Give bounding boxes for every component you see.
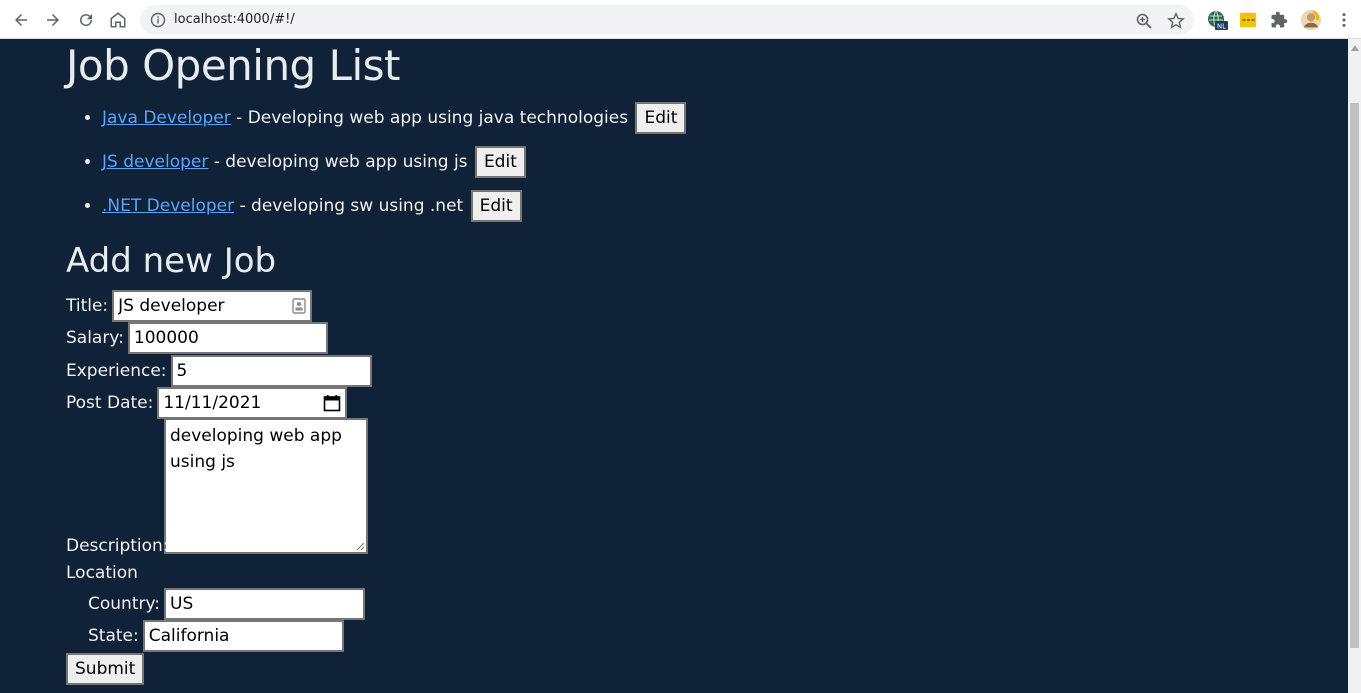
resize-handle-icon[interactable] <box>355 541 365 551</box>
experience-value: 5 <box>176 361 188 381</box>
list-item: JS developer - developing web app using … <box>102 143 686 187</box>
submit-button[interactable]: Submit <box>66 653 145 685</box>
country-label: Country: <box>88 594 161 614</box>
scroll-up-arrow-icon[interactable] <box>1348 39 1361 56</box>
state-label: State: <box>88 626 139 646</box>
description-value: developing web app using js <box>170 426 342 472</box>
state-value: California <box>148 626 230 646</box>
address-bar[interactable]: localhost:4000/#!/ <box>140 5 1194 35</box>
page-scrollbar[interactable] <box>1348 39 1361 693</box>
title-value: JS developer <box>118 296 225 316</box>
job-description: - Developing web app using java technolo… <box>230 108 634 128</box>
job-description: - developing sw using .net <box>234 196 469 216</box>
page-title: Job Opening List <box>66 41 401 90</box>
job-link-net-developer[interactable]: .NET Developer <box>102 196 234 216</box>
edit-button[interactable]: Edit <box>474 146 526 178</box>
description-label: Description: <box>66 536 169 556</box>
salary-value: 100000 <box>133 328 199 348</box>
info-icon[interactable] <box>150 12 166 28</box>
title-row: Title: JS developer <box>66 290 313 322</box>
title-input[interactable]: JS developer <box>112 290 313 322</box>
list-item: .NET Developer - developing sw using .ne… <box>102 187 686 231</box>
salary-input[interactable]: 100000 <box>127 322 328 354</box>
globe-extension-icon[interactable]: NL <box>1206 9 1228 31</box>
country-value: US <box>170 594 194 614</box>
reload-icon[interactable] <box>75 9 97 31</box>
list-item: Java Developer - Developing web app usin… <box>102 99 687 143</box>
url-text: localhost:4000/#!/ <box>174 12 295 27</box>
profile-avatar[interactable] <box>1300 9 1322 31</box>
post-date-input[interactable]: 11/11/2021 <box>157 387 348 419</box>
job-link-js-developer[interactable]: JS developer <box>102 152 208 172</box>
post-date-row: Post Date: 11/11/2021 <box>66 387 348 419</box>
salary-label: Salary: <box>66 328 124 348</box>
form-heading: Add new Job <box>66 241 277 281</box>
experience-label: Experience: <box>66 361 167 381</box>
job-link-java-developer[interactable]: Java Developer <box>102 108 231 128</box>
home-icon[interactable] <box>107 9 129 31</box>
post-date-label: Post Date: <box>66 393 154 413</box>
title-label: Title: <box>66 296 109 316</box>
description-textarea[interactable]: developing web app using js <box>164 418 368 554</box>
job-description: - developing web app using js <box>208 152 473 172</box>
puzzle-icon[interactable] <box>1268 9 1290 31</box>
country-input[interactable]: US <box>164 588 366 620</box>
scrollbar-thumb[interactable] <box>1350 103 1359 648</box>
experience-row: Experience: 5 <box>66 355 372 387</box>
experience-input[interactable]: 5 <box>170 355 372 387</box>
star-icon[interactable] <box>1167 12 1185 30</box>
calendar-icon[interactable] <box>323 394 341 412</box>
forward-icon[interactable] <box>42 9 64 31</box>
yellow-extension-icon[interactable] <box>1237 9 1259 31</box>
edit-button[interactable]: Edit <box>635 102 687 134</box>
country-row: Country: US <box>88 588 366 620</box>
zoom-icon[interactable] <box>1135 12 1153 30</box>
more-icon[interactable] <box>1333 9 1355 31</box>
contact-card-icon[interactable] <box>292 298 306 314</box>
state-input[interactable]: California <box>142 620 344 652</box>
location-label: Location <box>66 563 138 583</box>
svg-text:NL: NL <box>1217 23 1226 31</box>
salary-row: Salary: 100000 <box>66 322 328 354</box>
edit-button[interactable]: Edit <box>470 190 522 222</box>
job-list: Java Developer - Developing web app usin… <box>66 99 687 231</box>
post-date-value: 11/11/2021 <box>163 393 262 413</box>
back-icon[interactable] <box>10 9 32 31</box>
browser-toolbar: localhost:4000/#!/ NL <box>0 0 1361 39</box>
state-row: State: California <box>88 620 344 652</box>
